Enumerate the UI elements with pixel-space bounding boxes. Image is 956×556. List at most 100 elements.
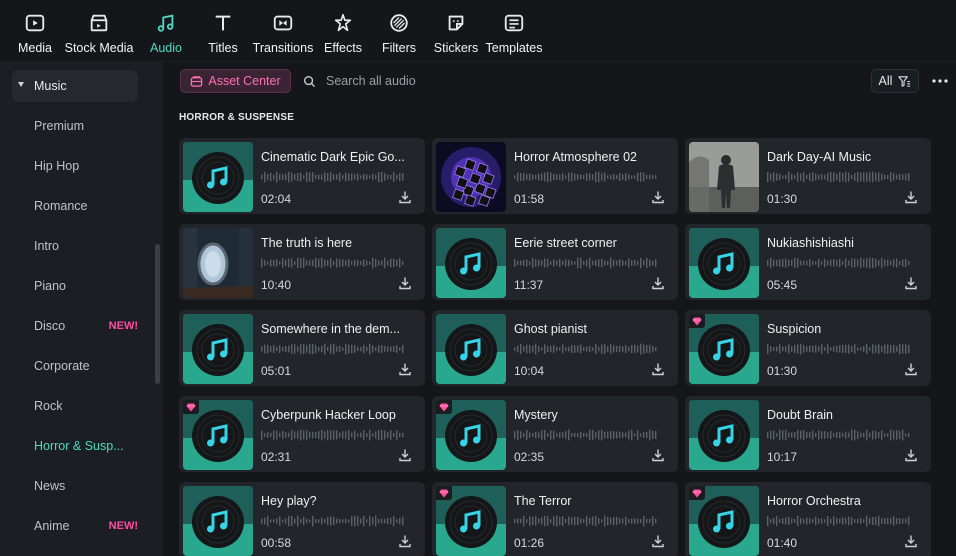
track-thumbnail <box>183 228 253 298</box>
track-duration: 02:04 <box>261 192 292 206</box>
audio-library: Asset Center All HORROR & SUSPENSE Cinem… <box>163 62 956 556</box>
sidebar-item-music[interactable]: Music <box>12 70 138 102</box>
download-icon[interactable] <box>904 362 918 376</box>
track-thumbnail <box>436 228 506 298</box>
download-icon[interactable] <box>398 190 412 204</box>
track-card[interactable]: Horror Atmosphere 02 01:58 <box>432 138 678 214</box>
track-card[interactable]: Cinematic Dark Epic Go... 02:04 <box>179 138 425 214</box>
track-title: Cyberpunk Hacker Loop <box>261 408 396 422</box>
track-card[interactable]: Cyberpunk Hacker Loop 02:31 <box>179 396 425 472</box>
sidebar-item-horror-susp[interactable]: Horror & Susp... <box>12 430 138 462</box>
track-title: Dark Day-AI Music <box>767 150 872 164</box>
sidebar-item-premium[interactable]: Premium <box>12 110 138 142</box>
track-thumbnail <box>183 142 253 212</box>
sidebar-item-label: Corporate <box>34 359 90 373</box>
track-duration: 01:58 <box>514 192 545 206</box>
templates-icon <box>502 11 526 35</box>
track-card[interactable]: Somewhere in the dem... 05:01 <box>179 310 425 386</box>
sidebar-item-anime[interactable]: Anime NEW! <box>12 510 138 542</box>
download-icon[interactable] <box>651 362 665 376</box>
tab-audio[interactable]: Audio <box>140 0 192 62</box>
top-toolbar: Media Stock Media Audio Titles Transitio… <box>0 0 956 62</box>
filter-icon <box>898 75 911 87</box>
download-icon[interactable] <box>651 190 665 204</box>
tab-effects[interactable]: Effects <box>312 0 374 62</box>
sidebar-item-piano[interactable]: Piano <box>12 270 138 302</box>
track-card[interactable]: Doubt Brain 10:17 <box>685 396 931 472</box>
sidebar-item-intro[interactable]: Intro <box>12 230 138 262</box>
tab-label: Templates <box>485 41 543 55</box>
download-icon[interactable] <box>398 362 412 376</box>
premium-gem-icon <box>689 486 705 500</box>
track-card[interactable]: Hey play? 00:58 <box>179 482 425 556</box>
download-icon[interactable] <box>904 190 918 204</box>
download-icon[interactable] <box>651 448 665 462</box>
sidebar-item-romance[interactable]: Romance <box>12 190 138 222</box>
track-card[interactable]: The Terror 01:26 <box>432 482 678 556</box>
download-icon[interactable] <box>398 534 412 548</box>
track-title: Horror Orchestra <box>767 494 861 508</box>
more-dots-icon <box>932 79 948 83</box>
tab-label: Effects <box>324 41 362 55</box>
sidebar-item-rock[interactable]: Rock <box>12 390 138 422</box>
sidebar-item-corporate[interactable]: Corporate <box>12 350 138 382</box>
sidebar-item-label: Disco <box>34 319 66 333</box>
sidebar-item-disco[interactable]: Disco NEW! <box>12 310 138 342</box>
sidebar-item-label: Music <box>34 79 67 93</box>
download-icon[interactable] <box>398 448 412 462</box>
search-bar[interactable] <box>303 70 603 92</box>
sidebar-item-news[interactable]: News <box>12 470 138 502</box>
track-card[interactable]: Dark Day-AI Music 01:30 <box>685 138 931 214</box>
tab-media[interactable]: Media <box>12 0 58 62</box>
track-duration: 01:40 <box>767 536 798 550</box>
more-options-button[interactable] <box>929 70 951 92</box>
waveform <box>514 514 660 527</box>
section-title: HORROR & SUSPENSE <box>179 112 295 123</box>
track-duration: 10:40 <box>261 278 292 292</box>
track-title: Cinematic Dark Epic Go... <box>261 150 405 164</box>
waveform <box>514 170 660 183</box>
download-icon[interactable] <box>651 534 665 548</box>
track-card[interactable]: Suspicion 01:30 <box>685 310 931 386</box>
sidebar-scrollbar[interactable] <box>155 244 160 384</box>
asset-center-label: Asset Center <box>208 74 281 88</box>
search-input[interactable] <box>326 74 586 88</box>
track-card[interactable]: Mystery 02:35 <box>432 396 678 472</box>
download-icon[interactable] <box>398 276 412 290</box>
track-title: Suspicion <box>767 322 822 336</box>
tab-titles[interactable]: Titles <box>192 0 254 62</box>
asset-center-button[interactable]: Asset Center <box>180 69 291 93</box>
download-icon[interactable] <box>904 534 918 548</box>
waveform <box>261 342 407 355</box>
track-card[interactable]: Horror Orchestra 01:40 <box>685 482 931 556</box>
premium-gem-icon <box>436 400 452 414</box>
sidebar-item-label: Piano <box>34 279 66 293</box>
tab-stock-media[interactable]: Stock Media <box>58 0 140 62</box>
track-card[interactable]: The truth is here 10:40 <box>179 224 425 300</box>
download-icon[interactable] <box>651 276 665 290</box>
track-card[interactable]: Nukiashishiashi 05:45 <box>685 224 931 300</box>
effects-star-icon <box>331 11 355 35</box>
tab-templates[interactable]: Templates <box>485 0 543 62</box>
tab-label: Audio <box>150 41 182 55</box>
filter-button[interactable]: All <box>871 69 919 93</box>
search-icon <box>303 75 316 87</box>
titles-t-icon <box>211 11 235 35</box>
tab-transitions[interactable]: Transitions <box>253 0 313 62</box>
sidebar-item-hip-hop[interactable]: Hip Hop <box>12 150 138 182</box>
track-duration: 02:35 <box>514 450 545 464</box>
download-icon[interactable] <box>904 448 918 462</box>
track-card[interactable]: Ghost pianist 10:04 <box>432 310 678 386</box>
download-icon[interactable] <box>904 276 918 290</box>
tab-filters[interactable]: Filters <box>374 0 424 62</box>
waveform <box>767 514 913 527</box>
waveform <box>767 342 913 355</box>
waveform <box>261 170 407 183</box>
track-duration: 00:58 <box>261 536 292 550</box>
track-title: Nukiashishiashi <box>767 236 854 250</box>
track-card[interactable]: Eerie street corner 11:37 <box>432 224 678 300</box>
track-thumbnail <box>689 142 759 212</box>
tab-stickers[interactable]: Stickers <box>424 0 488 62</box>
asset-center-icon <box>191 75 203 87</box>
media-icon <box>23 11 47 35</box>
